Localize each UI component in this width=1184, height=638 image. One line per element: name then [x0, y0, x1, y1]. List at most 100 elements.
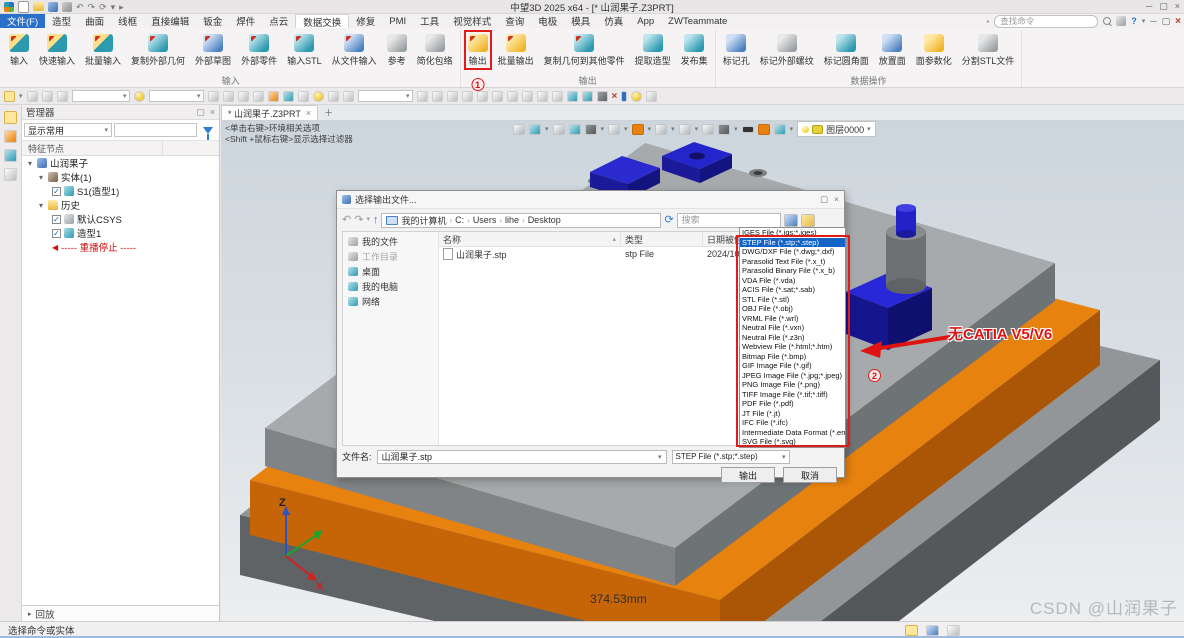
- quick-icon[interactable]: [417, 91, 428, 102]
- quick-icon[interactable]: [238, 91, 249, 102]
- menu-mold[interactable]: 模具: [564, 14, 597, 28]
- tree-item-shape-s1[interactable]: ✓ S1(造型1): [22, 184, 219, 198]
- nav-history-caret-icon[interactable]: ▾: [366, 214, 370, 226]
- checkbox[interactable]: ✓: [52, 229, 61, 238]
- sidebar-working-dir[interactable]: 工作目录: [343, 249, 438, 264]
- breadcrumb[interactable]: 我的计算机› C:› Users› lihe› Desktop: [381, 213, 661, 228]
- quick-icon[interactable]: [447, 91, 458, 102]
- select-tool-icon[interactable]: [4, 91, 15, 102]
- replay-expand-icon[interactable]: ▸: [28, 610, 32, 618]
- view-frame-icon[interactable]: [702, 124, 714, 135]
- filetype-option[interactable]: ACIS File (*.sat;*.sab): [740, 285, 845, 295]
- layer-visibility-icon[interactable]: [802, 126, 809, 133]
- tree-item-replay-stop-marker[interactable]: ◀ ----- 重播停止 -----: [22, 240, 219, 254]
- refresh-icon[interactable]: ⟳: [664, 214, 673, 226]
- status-monitor-icon[interactable]: [926, 625, 939, 636]
- ribbon-split-stl-button[interactable]: 分割STL文件: [958, 30, 1019, 70]
- select-caret-icon[interactable]: ▾: [19, 92, 23, 100]
- pick-tool-icon[interactable]: [42, 91, 53, 102]
- view-grid-icon[interactable]: [655, 124, 667, 135]
- ribbon-publish-set-button[interactable]: 发布集: [677, 30, 712, 70]
- manager-rail-icon[interactable]: [4, 111, 17, 124]
- visual-rail-icon[interactable]: [4, 130, 17, 143]
- print-icon[interactable]: [62, 2, 72, 12]
- view-color-icon[interactable]: [758, 124, 770, 135]
- export-button[interactable]: 输出: [721, 467, 775, 483]
- quick-icon[interactable]: [477, 91, 488, 102]
- run-icon[interactable]: ▸: [119, 1, 124, 13]
- menu-repair[interactable]: 修复: [349, 14, 382, 28]
- filetype-option[interactable]: Neutral File (*.vxn): [740, 323, 845, 333]
- tree-item-default-csys[interactable]: ✓ 默认CSYS: [22, 212, 219, 226]
- ribbon-import-from-file-button[interactable]: 从文件输入: [328, 30, 381, 70]
- checkbox[interactable]: ✓: [52, 215, 61, 224]
- filter-combo[interactable]: ▾: [72, 90, 130, 102]
- display-filter-combo[interactable]: 显示常用▾: [24, 123, 112, 137]
- view-zoom-icon[interactable]: [553, 124, 565, 135]
- nav-up-icon[interactable]: ↑: [373, 214, 379, 226]
- undo-icon[interactable]: ↶: [76, 1, 84, 13]
- ribbon-external-part-button[interactable]: 外部零件: [237, 30, 281, 70]
- menu-visual-style[interactable]: 视觉样式: [446, 14, 498, 28]
- ribbon-batch-import-button[interactable]: 批量输入: [81, 30, 125, 70]
- panel-pin-icon[interactable]: ▢: [196, 107, 205, 118]
- quick-icon[interactable]: [522, 91, 533, 102]
- search-icon[interactable]: [1103, 17, 1111, 25]
- quick-icon[interactable]: [462, 91, 473, 102]
- view-mode-icon[interactable]: [784, 214, 798, 227]
- new-tab-button[interactable]: ＋: [318, 105, 339, 120]
- history-rail-icon[interactable]: [4, 168, 17, 181]
- filetype-option[interactable]: VRML File (*.wrl): [740, 314, 845, 324]
- tree-item-solids[interactable]: ▾ 实体(1): [22, 170, 219, 184]
- filetype-option[interactable]: JPEG Image File (*.jpg;*.jpeg): [740, 371, 845, 381]
- ribbon-face-parameterize-button[interactable]: 面参数化: [912, 30, 956, 70]
- quick-icon[interactable]: [268, 91, 279, 102]
- new-file-icon[interactable]: [18, 1, 29, 13]
- ribbon-mark-holes-button[interactable]: 标记孔: [719, 30, 754, 70]
- filetype-option[interactable]: PDF File (*.pdf): [740, 399, 845, 409]
- quick-icon[interactable]: [552, 91, 563, 102]
- quick-icon[interactable]: [343, 91, 354, 102]
- ribbon-quick-import-button[interactable]: 快速输入: [35, 30, 79, 70]
- minimize-button[interactable]: ─: [1146, 1, 1152, 12]
- view-iso-icon[interactable]: [585, 124, 597, 135]
- sidebar-my-files[interactable]: 我的文件: [343, 234, 438, 249]
- ribbon-import-stl-button[interactable]: 输入STL: [283, 30, 326, 70]
- tree-item-history[interactable]: ▾ 历史: [22, 198, 219, 212]
- filetype-option[interactable]: TIFF Image File (*.tif;*.tiff): [740, 390, 845, 400]
- ribbon-mark-fillet-faces-button[interactable]: 标记圆角面: [820, 30, 873, 70]
- filetype-option[interactable]: Intermediate Data Format (*.emn;*.brd): [740, 428, 845, 438]
- close-button[interactable]: ×: [1175, 1, 1180, 12]
- document-tab[interactable]: * 山润果子.Z3PRT ×: [221, 105, 318, 120]
- menu-wireframe[interactable]: 线框: [111, 14, 144, 28]
- quick-access-caret-icon[interactable]: ▾: [111, 1, 116, 13]
- status-keyboard-icon[interactable]: [947, 625, 960, 636]
- view-section-icon[interactable]: [718, 124, 730, 135]
- ribbon-copy-external-geom-button[interactable]: 复制外部几何: [127, 30, 189, 70]
- filetype-option[interactable]: DWG/DXF File (*.dwg;*.dxf): [740, 247, 845, 257]
- dialog-close-icon[interactable]: ×: [834, 194, 839, 205]
- quick-icon[interactable]: [298, 91, 309, 102]
- ribbon-extract-shape-button[interactable]: 提取造型: [631, 30, 675, 70]
- restore-button[interactable]: ▢: [1159, 1, 1168, 12]
- checkbox[interactable]: ✓: [52, 187, 61, 196]
- filetype-option[interactable]: GIF Image File (*.gif): [740, 361, 845, 371]
- tab-close-icon[interactable]: ×: [306, 108, 311, 118]
- view-orient-icon[interactable]: [529, 124, 541, 135]
- quick-icon[interactable]: [432, 91, 443, 102]
- view-combo[interactable]: ▾: [358, 90, 413, 102]
- filetype-option[interactable]: VDA File (*.vda): [740, 276, 845, 286]
- menu-surface[interactable]: 曲面: [78, 14, 111, 28]
- menu-file[interactable]: 文件(F): [0, 14, 45, 28]
- menu-shape[interactable]: 造型: [45, 14, 78, 28]
- filetype-option[interactable]: PNG Image File (*.png): [740, 380, 845, 390]
- find-command-input[interactable]: [994, 15, 1098, 28]
- sidebar-network[interactable]: 网络: [343, 294, 438, 309]
- filetype-combo[interactable]: STEP File (*.stp;*.step) ▾: [672, 450, 790, 464]
- filetype-option[interactable]: SVG File (*.svg): [740, 437, 845, 447]
- delete-icon[interactable]: ×: [612, 91, 618, 102]
- quick-icon[interactable]: [253, 91, 264, 102]
- quick-icon[interactable]: [621, 91, 627, 102]
- ribbon-simplify-wrap-button[interactable]: 简化包络: [413, 30, 457, 70]
- new-folder-icon[interactable]: [801, 214, 815, 227]
